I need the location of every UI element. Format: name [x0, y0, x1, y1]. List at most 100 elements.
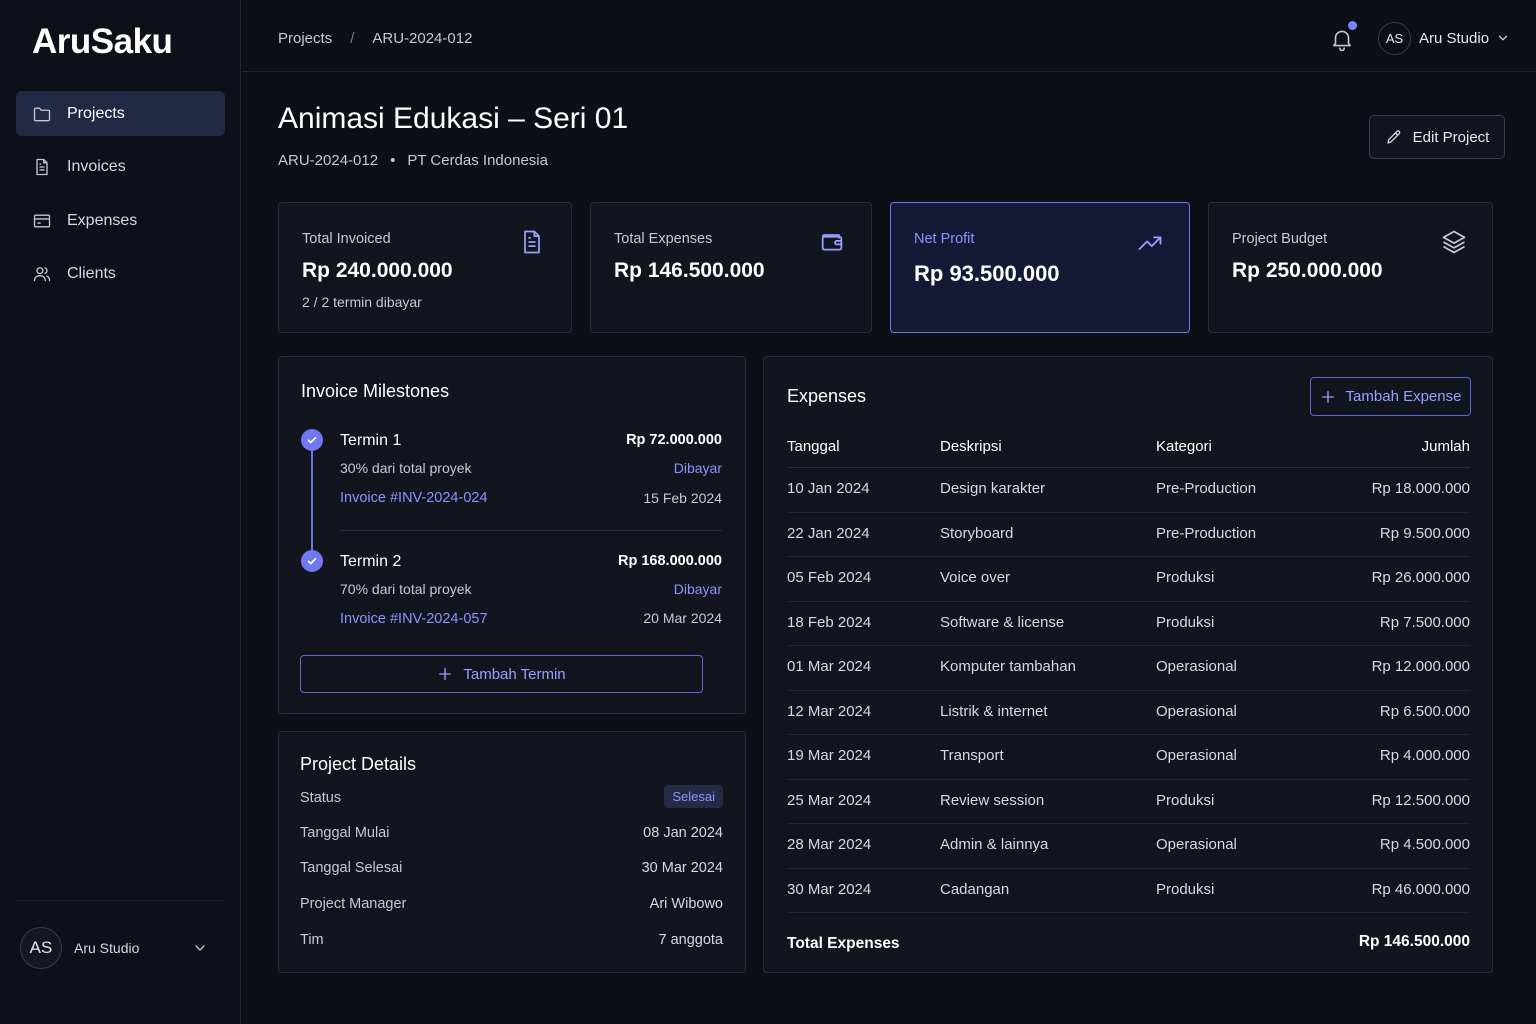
- milestone-invoice-link[interactable]: Invoice #INV-2024-057: [340, 611, 488, 627]
- users-icon: [32, 264, 52, 284]
- add-expense-button[interactable]: Tambah Expense: [1310, 377, 1471, 416]
- cell-amount: Rp 4.000.000: [1379, 747, 1470, 764]
- cell-category: Produksi: [1156, 791, 1215, 809]
- sidebar-item-invoices[interactable]: Invoices: [16, 145, 225, 190]
- detail-row: Project Manager Ari Wibowo: [300, 896, 723, 916]
- expenses-title: Expenses: [787, 386, 867, 406]
- cell-description: Review session: [940, 791, 1045, 809]
- milestone-name: Termin 1: [340, 432, 402, 449]
- project-details-title: Project Details: [300, 754, 417, 774]
- breadcrumb-current: ARU-2024-012: [372, 30, 473, 47]
- stat-label: Net Profit: [914, 231, 975, 247]
- table-row[interactable]: 30 Mar 2024 Cadangan Produksi Rp 46.000.000: [787, 869, 1470, 913]
- cell-amount: Rp 6.500.000: [1379, 702, 1470, 720]
- plus-icon: [1320, 389, 1336, 405]
- sidebar-user-menu[interactable]: AS Aru Studio: [20, 925, 225, 971]
- topbar: Projects / ARU-2024-012 AS Aru Studio: [242, 0, 1536, 72]
- column-header-kategori[interactable]: Kategori: [1156, 438, 1212, 455]
- milestone-status: Dibayar: [673, 460, 722, 476]
- cell-amount: Rp 12.000.000: [1371, 658, 1470, 675]
- milestone-invoice-link[interactable]: Invoice #INV-2024-024: [340, 490, 488, 506]
- edit-project-button[interactable]: Edit Project: [1369, 115, 1505, 159]
- cell-amount: Rp 26.000.000: [1371, 569, 1470, 586]
- cell-category: Operasional: [1156, 658, 1237, 675]
- pencil-icon: [1385, 128, 1403, 146]
- table-row[interactable]: 22 Jan 2024 Storyboard Pre-Production Rp 9.…: [787, 513, 1470, 557]
- cell-date: 10 Jan 2024: [787, 480, 870, 497]
- milestone-desc: 70% dari total proyek: [340, 581, 472, 597]
- cell-description: Admin & lainnya: [940, 836, 1049, 853]
- add-termin-button[interactable]: Tambah Termin: [300, 655, 703, 693]
- layers-icon: [1440, 228, 1468, 256]
- wallet-icon: [818, 228, 846, 256]
- trend-up-icon: [1136, 228, 1164, 256]
- column-header-jumlah[interactable]: Jumlah: [1422, 438, 1470, 455]
- cell-description: Transport: [940, 747, 1004, 764]
- stat-sub: 2 / 2 termin dibayar: [302, 294, 422, 310]
- cell-description: Cadangan: [940, 880, 1010, 898]
- table-row[interactable]: 18 Feb 2024 Software & license Produksi Rp …: [787, 602, 1470, 646]
- cell-category: Produksi: [1156, 569, 1215, 586]
- page-title: Animasi Edukasi – Seri 01: [278, 102, 629, 135]
- stat-card-total-expenses: Total Expenses Rp 146.500.000: [590, 202, 872, 333]
- card-icon: [32, 211, 52, 231]
- milestone-date: 20 Mar 2024: [643, 610, 722, 626]
- chevron-down-icon[interactable]: [192, 940, 208, 956]
- table-row[interactable]: 10 Jan 2024 Design karakter Pre-Production…: [787, 468, 1470, 513]
- total-label: Total Expenses: [787, 935, 900, 952]
- cell-amount: Rp 7.500.000: [1379, 613, 1470, 631]
- cell-date: 25 Mar 2024: [787, 791, 872, 809]
- cell-category: Operasional: [1156, 836, 1237, 853]
- table-row[interactable]: 28 Mar 2024 Admin & lainnya Operasional Rp …: [787, 824, 1470, 869]
- stat-value: Rp 240.000.000: [302, 259, 453, 282]
- stat-card-project-budget: Project Budget Rp 250.000.000: [1208, 202, 1493, 333]
- table-row[interactable]: 19 Mar 2024 Transport Operasional Rp 4.000.…: [787, 735, 1470, 780]
- cell-date: 05 Feb 2024: [787, 569, 872, 586]
- project-code: ARU-2024-012: [278, 152, 379, 169]
- expenses-table: Tanggal Deskripsi Kategori Jumlah 10 Jan…: [787, 427, 1470, 971]
- breadcrumb-separator: /: [350, 30, 355, 47]
- chevron-down-icon[interactable]: [1496, 31, 1510, 45]
- cell-category: Operasional: [1156, 747, 1237, 764]
- detail-label: Tanggal Mulai: [300, 825, 390, 841]
- detail-row-status: Status Selesai: [300, 785, 723, 810]
- sidebar-item-projects[interactable]: Projects: [16, 91, 225, 136]
- milestone-desc: 30% dari total proyek: [340, 460, 472, 476]
- detail-value: 7 anggota: [658, 932, 723, 948]
- cell-category: Pre-Production: [1156, 524, 1257, 542]
- detail-row: Tim 7 anggota: [300, 932, 723, 952]
- avatar[interactable]: AS: [1378, 22, 1411, 55]
- detail-label: Project Manager: [300, 896, 407, 912]
- cell-date: 28 Mar 2024: [787, 836, 872, 853]
- milestone-status: Dibayar: [673, 581, 722, 597]
- cell-category: Operasional: [1156, 702, 1237, 720]
- table-row[interactable]: 12 Mar 2024 Listrik & internet Operasional…: [787, 691, 1470, 735]
- app-logo[interactable]: AruSaku: [32, 22, 173, 62]
- column-header-deskripsi[interactable]: Deskripsi: [940, 438, 1002, 455]
- cell-category: Pre-Production: [1156, 480, 1257, 497]
- stat-value: Rp 146.500.000: [614, 259, 765, 282]
- detail-value: Ari Wibowo: [649, 896, 723, 912]
- sidebar-item-clients[interactable]: Clients: [16, 252, 225, 297]
- breadcrumb-projects[interactable]: Projects: [278, 30, 332, 47]
- cell-amount: Rp 4.500.000: [1379, 836, 1470, 853]
- detail-row: Tanggal Selesai 30 Mar 2024: [300, 860, 723, 880]
- sidebar-item-expenses[interactable]: Expenses: [16, 198, 225, 243]
- cell-date: 22 Jan 2024: [787, 524, 870, 542]
- detail-value: 08 Jan 2024: [643, 825, 723, 841]
- cell-date: 12 Mar 2024: [787, 702, 872, 720]
- plus-icon: [437, 666, 453, 682]
- add-expense-label: Tambah Expense: [1345, 388, 1462, 405]
- table-row[interactable]: 05 Feb 2024 Voice over Produksi Rp 26.000.0…: [787, 557, 1470, 602]
- cell-amount: Rp 46.000.000: [1371, 880, 1470, 898]
- stat-label: Project Budget: [1232, 231, 1328, 247]
- sidebar-item-label: Expenses: [67, 211, 138, 229]
- table-row[interactable]: 01 Mar 2024 Komputer tambahan Operasional R…: [787, 646, 1470, 691]
- stat-value: Rp 93.500.000: [914, 261, 1060, 286]
- sidebar-divider: [16, 900, 225, 901]
- column-header-tanggal[interactable]: Tanggal: [787, 438, 840, 455]
- topbar-user-name[interactable]: Aru Studio: [1419, 30, 1489, 47]
- sidebar-item-label: Invoices: [67, 158, 126, 175]
- sidebar-nav: Projects Invoices Expenses Clients: [16, 91, 225, 305]
- table-row[interactable]: 25 Mar 2024 Review session Produksi Rp 12.5…: [787, 780, 1470, 824]
